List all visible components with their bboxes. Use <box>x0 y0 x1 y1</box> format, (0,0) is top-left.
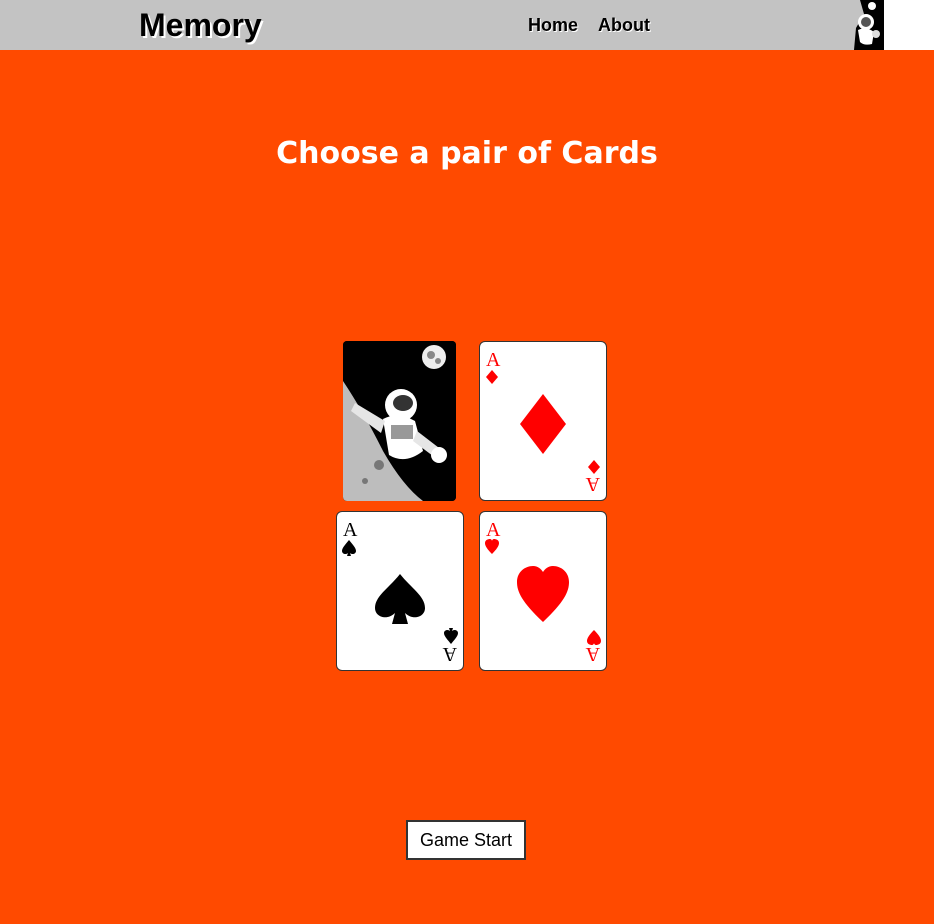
card-ace-of-diamonds[interactable]: A A <box>479 341 607 501</box>
astronaut-icon <box>343 341 456 501</box>
svg-text:A: A <box>442 643 457 665</box>
svg-text:A: A <box>585 643 600 665</box>
window-edge <box>884 0 934 50</box>
spade-suit-icon: A A <box>342 519 458 665</box>
card-ace-of-hearts[interactable]: A A <box>479 511 607 671</box>
page-title: Choose a pair of Cards <box>276 136 658 171</box>
brand-title: Memory <box>139 7 262 43</box>
diamond-suit-icon: A A <box>486 349 600 495</box>
nav-home-link[interactable]: Home <box>528 14 578 36</box>
svg-text:A: A <box>343 519 358 541</box>
nav-about-link[interactable]: About <box>598 14 650 36</box>
game-start-button[interactable]: Game Start <box>406 820 526 860</box>
card-face-down[interactable] <box>343 341 456 501</box>
top-nav-bar: Memory Home About <box>0 0 934 50</box>
card-ace-of-spades[interactable]: A A <box>336 511 464 671</box>
heart-suit-icon: A A <box>485 519 601 665</box>
svg-text:A: A <box>486 349 501 371</box>
svg-text:A: A <box>585 473 600 495</box>
astronaut-icon <box>844 0 884 50</box>
page: Memory Home About Choose a pair of Cards <box>0 0 934 924</box>
svg-text:A: A <box>486 519 501 541</box>
